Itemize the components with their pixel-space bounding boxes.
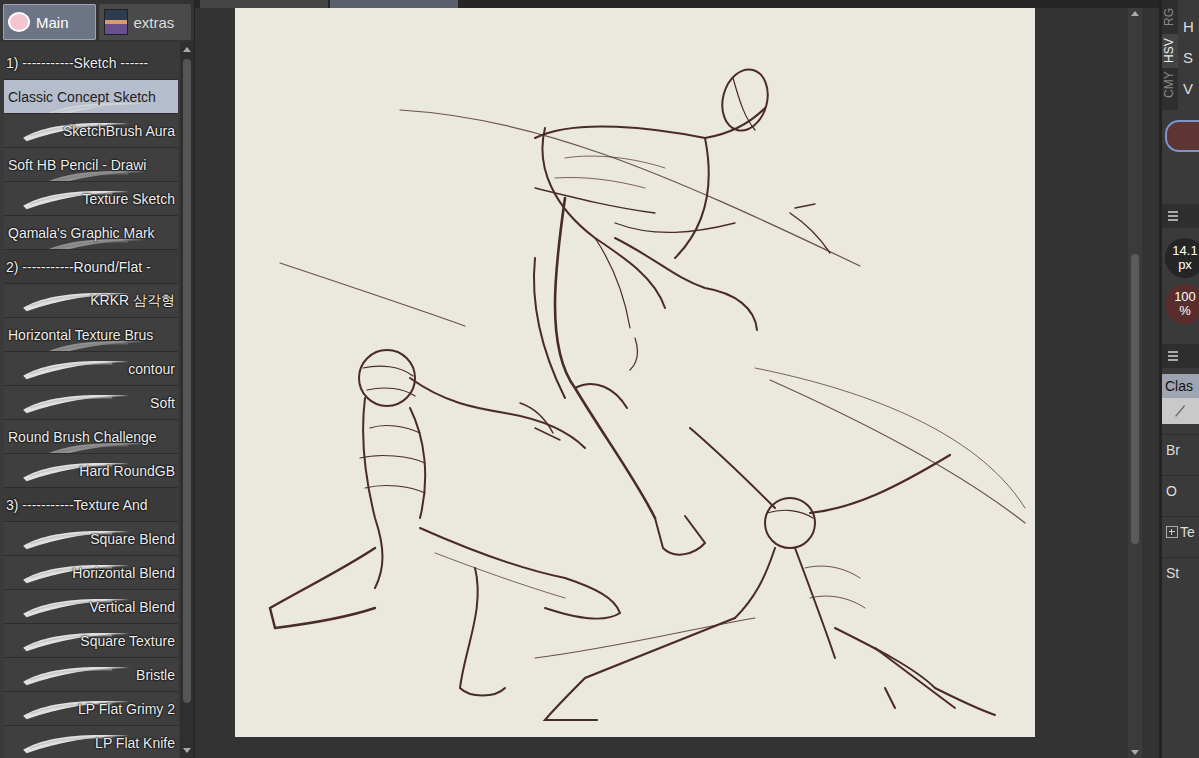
channel-label: S	[1183, 49, 1194, 66]
menu-icon[interactable]	[1168, 211, 1178, 221]
color-mode-tab[interactable]: CMY	[1162, 68, 1178, 102]
tool-property-row[interactable]: Te	[1162, 516, 1199, 547]
channel-label: V	[1183, 80, 1194, 97]
brush-item[interactable]: Vertical Blend	[4, 590, 178, 624]
brush-item[interactable]: Soft	[4, 386, 178, 420]
scroll-down-icon[interactable]	[183, 748, 191, 753]
brush-item[interactable]: Round Brush Challenge	[4, 420, 178, 454]
brush-item[interactable]: Hard RoundGB	[4, 454, 178, 488]
canvas-scrollbar[interactable]	[1128, 8, 1142, 758]
color-mode-tab[interactable]: RG	[1162, 0, 1178, 34]
brush-stroke-icon	[18, 660, 138, 688]
scroll-thumb[interactable]	[1131, 254, 1139, 544]
tool-property-title: Clas	[1162, 374, 1199, 398]
right-panel: RGHSVCMYHSV14.1px100%ClasBrOTeSt	[1159, 0, 1199, 758]
avatar-icon	[104, 9, 128, 35]
tool-property-row[interactable]: St	[1162, 557, 1199, 588]
palette-tab[interactable]: extras	[99, 4, 192, 40]
brush-item[interactable]: Texture Sketch	[4, 182, 178, 216]
main-color-swatch[interactable]	[1165, 120, 1199, 152]
tool-property-row[interactable]: Br	[1162, 434, 1199, 465]
brush-list: 1) -----------Sketch ------Classic Conce…	[0, 42, 180, 758]
brush-size-dial[interactable]: 14.1px	[1165, 238, 1199, 278]
brush-stroke-icon	[18, 354, 138, 382]
brush-item[interactable]: Qamala's Graphic Mark	[4, 216, 178, 250]
scroll-thumb[interactable]	[183, 59, 191, 703]
opacity-dial[interactable]: 100%	[1165, 284, 1199, 324]
brush-item[interactable]: 2) -----------Round/Flat -	[4, 250, 178, 284]
brush-item[interactable]: Square Texture	[4, 624, 178, 658]
brush-preview	[1162, 398, 1199, 424]
brush-stroke-icon	[18, 388, 138, 416]
channel-label: H	[1183, 18, 1194, 35]
expand-icon[interactable]	[1166, 526, 1178, 538]
document-tab[interactable]	[330, 0, 458, 8]
brush-item[interactable]: SketchBrush Aura	[4, 114, 178, 148]
tool-property-row[interactable]: O	[1162, 475, 1199, 506]
brush-item[interactable]: Bristle	[4, 658, 178, 692]
brush-item[interactable]: LP Flat Knife	[4, 726, 178, 758]
color-mode-tab[interactable]: HSV	[1162, 34, 1178, 68]
palette-tab[interactable]: Main	[3, 4, 96, 40]
clip-studio-window: Mainextras1) -----------Sketch ------Cla…	[0, 0, 1199, 758]
canvas[interactable]	[235, 8, 1035, 737]
brush-scrollbar[interactable]	[180, 42, 194, 758]
palette-tabs: Mainextras	[0, 0, 194, 42]
brush-item[interactable]: Horizontal Blend	[4, 556, 178, 590]
brush-item[interactable]: Square Blend	[4, 522, 178, 556]
brush-item[interactable]: KRKR 삼각형	[4, 284, 178, 318]
brush-item[interactable]: Horizontal Texture Brus	[4, 318, 178, 352]
scroll-down-icon[interactable]	[1131, 750, 1139, 755]
brush-panel: Mainextras1) -----------Sketch ------Cla…	[0, 0, 195, 758]
brush-item[interactable]: 3) -----------Texture And	[4, 488, 178, 522]
pig-icon	[8, 12, 30, 32]
color-panel: RGHSVCMYHSV	[1162, 0, 1199, 110]
scroll-up-icon[interactable]	[183, 47, 191, 52]
brush-item[interactable]: 1) -----------Sketch ------	[4, 46, 178, 80]
document-tab[interactable]	[200, 0, 328, 8]
brush-item[interactable]: Soft HB Pencil - Drawi	[4, 148, 178, 182]
brush-item[interactable]: contour	[4, 352, 178, 386]
pen-icon	[1172, 402, 1190, 420]
brush-item[interactable]: Classic Concept Sketch	[4, 80, 178, 114]
menu-icon[interactable]	[1168, 351, 1178, 361]
brush-item[interactable]: LP Flat Grimy 2	[4, 692, 178, 726]
canvas-area	[195, 0, 1159, 758]
scroll-up-icon[interactable]	[1131, 11, 1139, 16]
document-tabs	[195, 0, 1159, 8]
gesture-sketch	[235, 8, 1035, 737]
